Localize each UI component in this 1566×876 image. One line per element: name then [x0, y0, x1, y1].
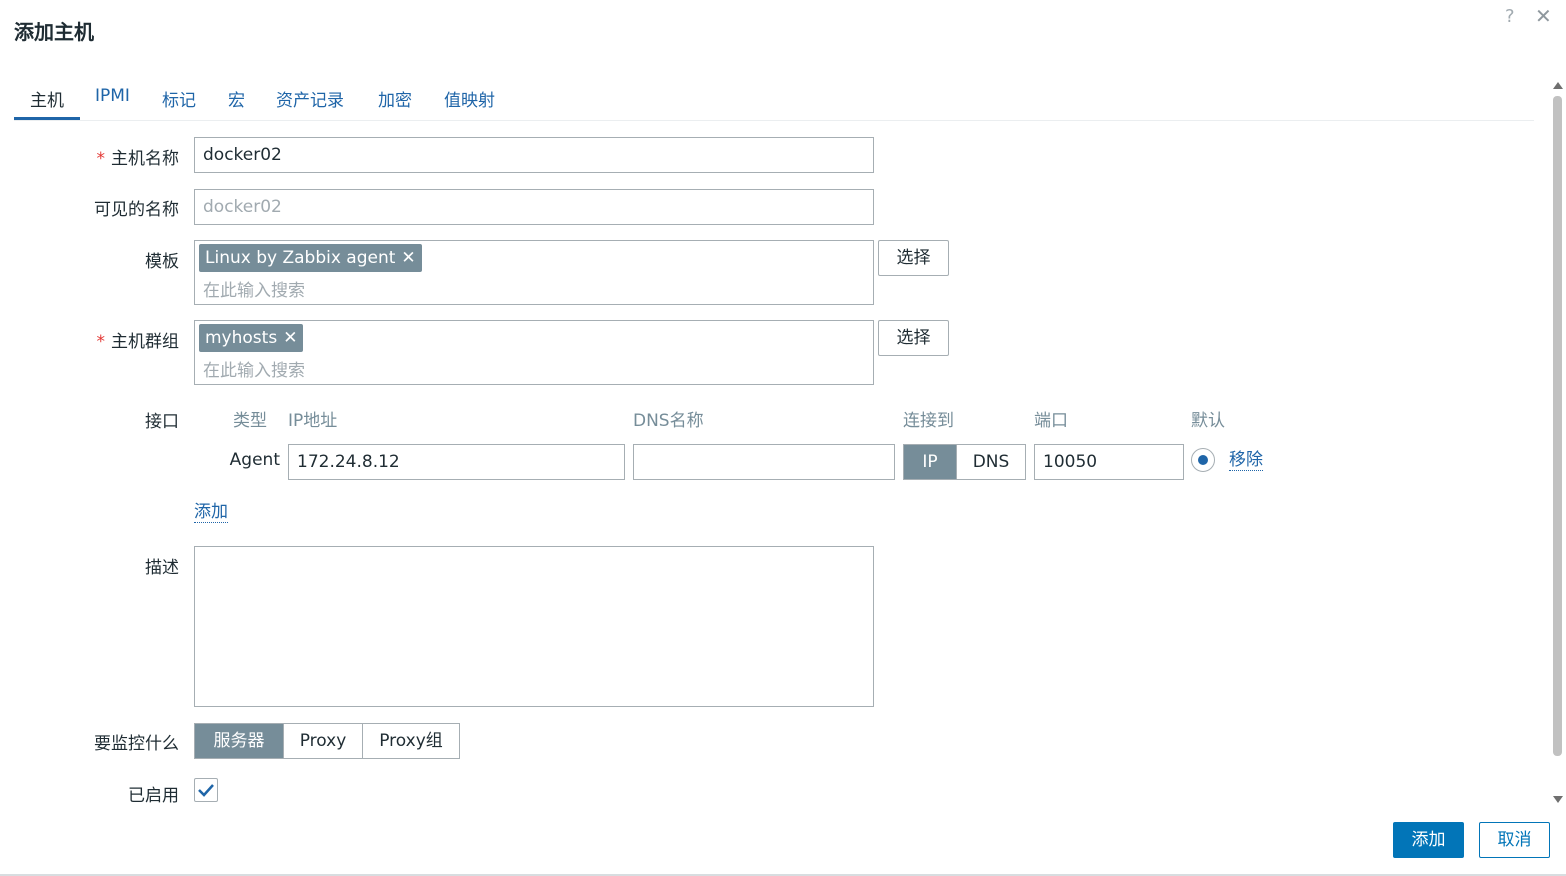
tab-bar: 主机 IPMI 标记 宏 资产记录 加密 值映射 — [14, 78, 1534, 121]
host-groups-select-button[interactable]: 选择 — [878, 320, 949, 356]
chip-remove-icon[interactable]: ✕ — [283, 328, 297, 348]
enabled-label: 已启用 — [128, 786, 179, 806]
tab-tags[interactable]: 标记 — [162, 86, 196, 111]
interface-connect-header: 连接到 — [903, 411, 954, 431]
tab-host[interactable]: 主机 — [30, 86, 64, 111]
active-tab-indicator — [14, 117, 80, 120]
interface-port-input[interactable]: 10050 — [1034, 444, 1184, 480]
visible-name-label: 可见的名称 — [94, 200, 179, 220]
close-icon[interactable]: ✕ — [1535, 4, 1552, 28]
tab-ipmi[interactable]: IPMI — [95, 86, 130, 106]
monitored-by-server[interactable]: 服务器 — [195, 724, 283, 758]
help-icon[interactable]: ? — [1505, 6, 1515, 27]
scroll-down-arrow-icon[interactable] — [1553, 796, 1563, 803]
interface-dns-input[interactable] — [633, 444, 895, 480]
radio-selected-dot — [1198, 455, 1208, 465]
required-mark: * — [96, 149, 106, 169]
interface-default-header: 默认 — [1191, 411, 1225, 431]
host-name-input[interactable]: docker02 — [194, 137, 874, 173]
checkmark-icon — [198, 784, 214, 797]
add-interface-link[interactable]: 添加 — [194, 502, 228, 523]
connect-dns-option[interactable]: DNS — [956, 445, 1025, 479]
scroll-up-arrow-icon[interactable] — [1553, 82, 1563, 89]
templates-label: 模板 — [145, 252, 179, 272]
host-groups-multiselect[interactable]: myhosts ✕ 在此输入搜索 — [194, 320, 874, 385]
host-groups-search-placeholder[interactable]: 在此输入搜索 — [203, 356, 305, 381]
templates-select-button[interactable]: 选择 — [878, 240, 949, 276]
remove-interface-link[interactable]: 移除 — [1229, 450, 1263, 471]
interfaces-label: 接口 — [145, 412, 179, 432]
description-textarea[interactable] — [194, 546, 874, 707]
description-label: 描述 — [145, 558, 179, 578]
tab-value-mapping[interactable]: 值映射 — [444, 86, 495, 111]
tab-inventory[interactable]: 资产记录 — [276, 86, 344, 111]
scrollbar-thumb[interactable] — [1553, 96, 1562, 756]
monitored-by-proxy[interactable]: Proxy — [283, 724, 362, 758]
chip-remove-icon[interactable]: ✕ — [401, 248, 415, 268]
connect-ip-option[interactable]: IP — [904, 445, 956, 479]
tab-macros[interactable]: 宏 — [228, 86, 245, 111]
templates-search-placeholder[interactable]: 在此输入搜索 — [203, 276, 305, 301]
cancel-button[interactable]: 取消 — [1479, 822, 1550, 858]
add-button[interactable]: 添加 — [1393, 822, 1464, 858]
default-interface-radio[interactable] — [1191, 448, 1215, 472]
interface-type-header: 类型 — [233, 411, 267, 431]
templates-multiselect[interactable]: Linux by Zabbix agent ✕ 在此输入搜索 — [194, 240, 874, 305]
host-name-label: * 主机名称 — [96, 149, 180, 169]
add-host-dialog: 添加主机 ? ✕ 主机 IPMI 标记 宏 资产记录 加密 值映射 * 主机名称 … — [0, 0, 1566, 876]
host-group-chip: myhosts ✕ — [199, 324, 304, 352]
visible-name-input[interactable]: docker02 — [194, 189, 874, 225]
interface-ip-input[interactable]: 172.24.8.12 — [288, 444, 625, 480]
monitored-by-proxy-group[interactable]: Proxy组 — [362, 724, 459, 758]
tab-encryption[interactable]: 加密 — [378, 86, 412, 111]
interface-ip-header: IP地址 — [288, 411, 338, 431]
interface-port-header: 端口 — [1034, 411, 1068, 431]
monitored-by-toggle: 服务器 Proxy Proxy组 — [194, 723, 460, 759]
interface-type: Agent — [229, 450, 280, 470]
scrollbar[interactable] — [1550, 80, 1566, 808]
enabled-checkbox[interactable] — [194, 778, 218, 802]
connect-to-toggle: IP DNS — [903, 444, 1026, 480]
dialog-title: 添加主机 — [14, 20, 94, 44]
template-chip: Linux by Zabbix agent ✕ — [199, 244, 422, 272]
host-groups-label: * 主机群组 — [96, 332, 180, 352]
required-mark: * — [96, 332, 106, 352]
interface-dns-header: DNS名称 — [633, 411, 704, 431]
monitored-by-label: 要监控什么 — [94, 734, 179, 754]
